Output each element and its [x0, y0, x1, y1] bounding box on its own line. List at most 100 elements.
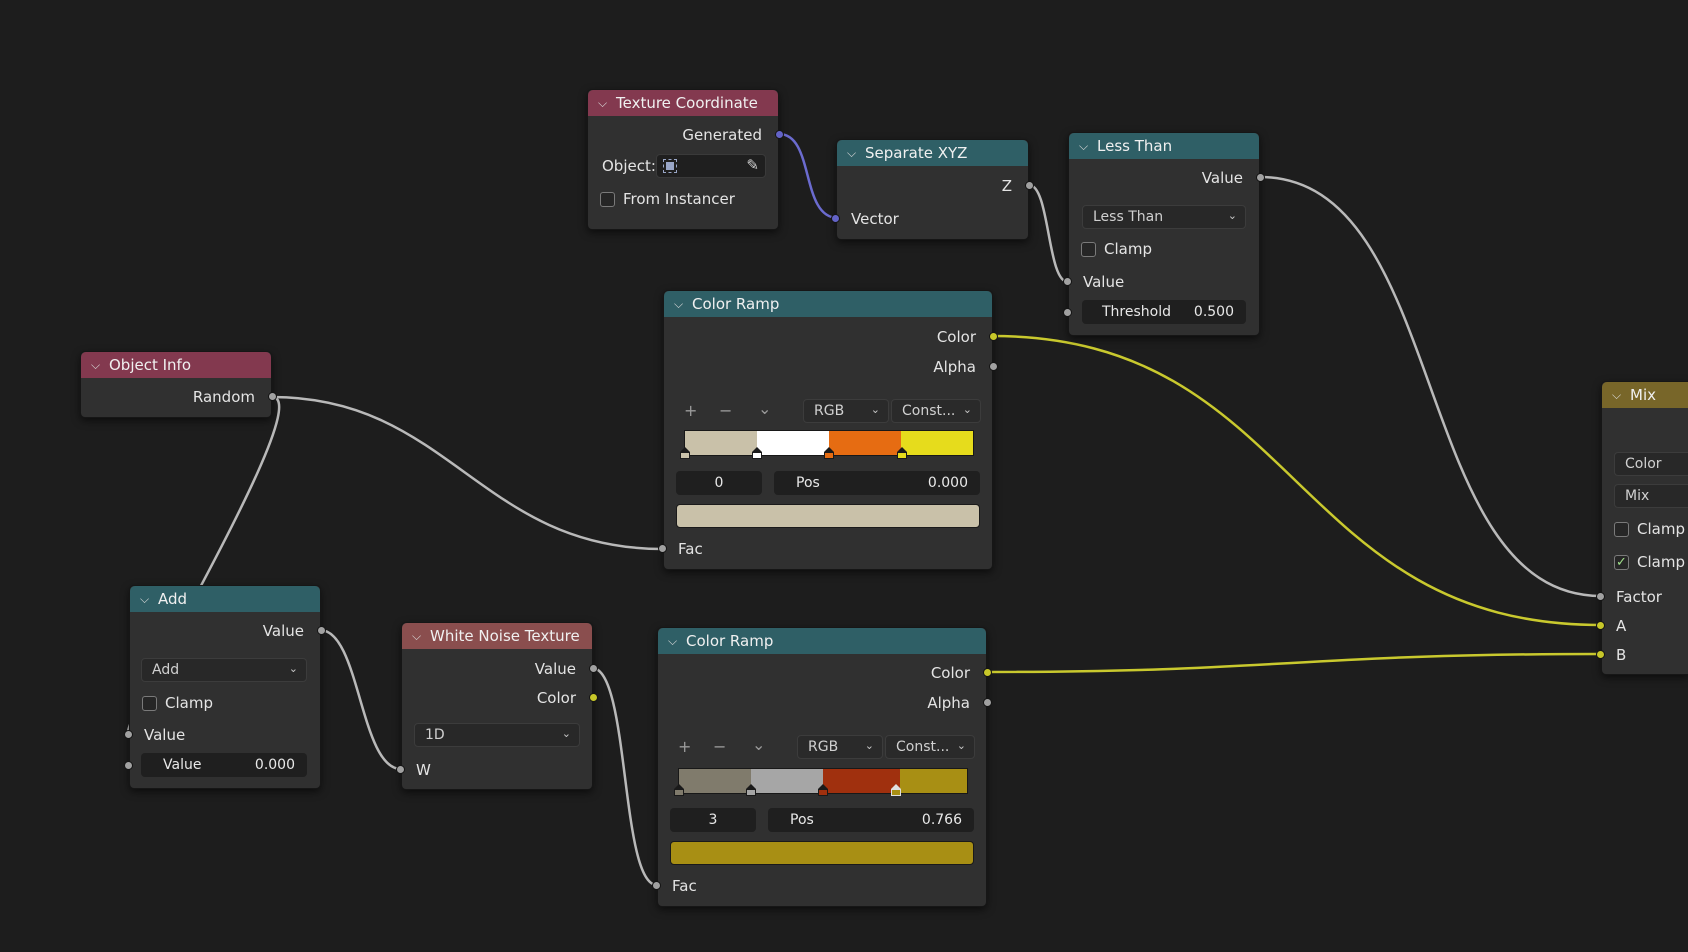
node-white-noise-texture[interactable]: ⌵ White Noise Texture Value Color 1D ⌄ W	[396, 622, 598, 790]
data-type-dropdown[interactable]: Color	[1614, 452, 1688, 476]
node-header[interactable]: ⌵ Add	[130, 586, 320, 612]
socket-color-out[interactable]	[589, 693, 598, 702]
socket-value-out[interactable]	[589, 664, 598, 673]
clamp-checkbox[interactable]: Clamp	[1081, 237, 1152, 261]
socket-value-in[interactable]	[1063, 277, 1072, 286]
socket-value-2[interactable]	[124, 761, 133, 770]
chevron-down-icon[interactable]: ⌵	[847, 146, 857, 161]
stop-color-swatch[interactable]	[676, 504, 980, 528]
socket-fac[interactable]	[658, 544, 667, 553]
field-value: 0.000	[254, 757, 295, 773]
ramp-stop-handle[interactable]	[818, 784, 828, 796]
node-header[interactable]: ⌵ Object Info	[81, 352, 271, 378]
node-color-ramp-1[interactable]: ⌵ Color Ramp Color Alpha + − ⌄ RGB ⌄ Con…	[658, 290, 998, 570]
chevron-down-icon[interactable]: ⌵	[91, 358, 101, 373]
chevron-down-icon[interactable]: ⌵	[140, 592, 150, 607]
chevron-down-icon[interactable]: ⌵	[1612, 388, 1622, 403]
socket-random[interactable]	[268, 392, 277, 401]
ramp-stop-handle[interactable]	[746, 784, 756, 796]
checkbox-label: From Instancer	[623, 190, 735, 208]
checkbox-box[interactable]	[1081, 241, 1096, 257]
socket-alpha[interactable]	[989, 362, 998, 371]
checkbox-box[interactable]	[1614, 521, 1629, 537]
node-color-ramp-2[interactable]: ⌵ Color Ramp Color Alpha + − ⌄ RGB ⌄ Con…	[652, 627, 992, 907]
ramp-stop-handle[interactable]	[680, 447, 690, 459]
clamp-checkbox[interactable]: Clamp	[142, 691, 213, 715]
chevron-down-icon[interactable]: ⌵	[598, 96, 608, 111]
ramp-stop-handle[interactable]	[897, 447, 907, 459]
active-stop-index[interactable]: 3	[670, 808, 756, 832]
checkbox-box[interactable]	[142, 695, 157, 711]
add-stop-button[interactable]: +	[684, 401, 697, 420]
color-mode-dropdown[interactable]: RGB ⌄	[797, 735, 883, 759]
node-header[interactable]: ⌵ Color Ramp	[664, 291, 992, 317]
node-header[interactable]: ⌵ Color Ramp	[658, 628, 986, 654]
ramp-stop-handle[interactable]	[752, 447, 762, 459]
chevron-down-icon[interactable]: ⌵	[412, 629, 422, 644]
stop-color-swatch[interactable]	[670, 841, 974, 865]
socket-value-in[interactable]	[124, 730, 133, 739]
interpolation-dropdown[interactable]: Const... ⌄	[885, 735, 975, 759]
dimensions-dropdown[interactable]: 1D ⌄	[414, 723, 580, 747]
node-object-info[interactable]: ⌵ Object Info Random	[80, 351, 277, 418]
ramp-segment	[829, 431, 901, 455]
checkbox-box[interactable]	[600, 191, 615, 207]
socket-a[interactable]	[1596, 621, 1605, 630]
stop-position-field[interactable]: Pos 0.766	[768, 808, 974, 832]
interpolation-dropdown[interactable]: Const... ⌄	[891, 399, 981, 423]
chevron-down-icon[interactable]: ⌵	[1079, 139, 1089, 154]
node-mix[interactable]: ⌵ Mix Color Mix Clamp R ✓ Clamp F Factor…	[1596, 381, 1688, 675]
from-instancer-checkbox[interactable]: From Instancer	[600, 187, 735, 211]
operation-dropdown[interactable]: Add ⌄	[141, 658, 307, 682]
node-header[interactable]: ⌵ Texture Coordinate	[588, 90, 778, 116]
node-editor[interactable]: ⌵ Texture Coordinate Generated Object: ✎…	[0, 0, 1688, 952]
socket-vector[interactable]	[831, 214, 840, 223]
eyedropper-icon[interactable]: ✎	[746, 156, 759, 174]
socket-threshold[interactable]	[1063, 308, 1072, 317]
dropdown-value: 1D	[425, 727, 445, 743]
add-stop-button[interactable]: +	[678, 737, 691, 756]
node-less-than[interactable]: ⌵ Less Than Value Less Than ⌄ Clamp Valu…	[1063, 132, 1265, 336]
chevron-down-icon[interactable]: ⌵	[674, 297, 684, 312]
socket-value-out[interactable]	[317, 626, 326, 635]
ramp-stop-handle[interactable]	[891, 784, 901, 796]
remove-stop-button[interactable]: −	[719, 401, 732, 420]
ramp-segment	[901, 431, 973, 455]
socket-color[interactable]	[983, 668, 992, 677]
operation-dropdown[interactable]: Less Than ⌄	[1082, 205, 1246, 229]
ramp-stop-handle[interactable]	[674, 784, 684, 796]
ramp-menu-button[interactable]: ⌄	[752, 735, 765, 754]
blend-mode-dropdown[interactable]: Mix	[1614, 484, 1688, 508]
socket-generated[interactable]	[775, 130, 784, 139]
socket-z[interactable]	[1025, 181, 1034, 190]
socket-fac[interactable]	[652, 881, 661, 890]
node-header[interactable]: ⌵ Separate XYZ	[837, 140, 1028, 166]
socket-factor[interactable]	[1596, 592, 1605, 601]
check-icon[interactable]: ✓	[1614, 554, 1629, 570]
socket-value-out[interactable]	[1256, 173, 1265, 182]
clamp-result-checkbox[interactable]: Clamp R	[1614, 517, 1688, 541]
remove-stop-button[interactable]: −	[713, 737, 726, 756]
node-add[interactable]: ⌵ Add Value Add ⌄ Clamp Value Value 0.00…	[124, 585, 326, 789]
active-stop-index[interactable]: 0	[676, 471, 762, 495]
value-field[interactable]: Value 0.000	[141, 753, 307, 777]
ramp-segment	[899, 769, 967, 793]
ramp-menu-button[interactable]: ⌄	[758, 399, 771, 418]
node-header[interactable]: ⌵ Less Than	[1069, 133, 1259, 159]
socket-alpha[interactable]	[983, 698, 992, 707]
socket-color[interactable]	[989, 332, 998, 341]
socket-b[interactable]	[1596, 650, 1605, 659]
clamp-factor-checkbox[interactable]: ✓ Clamp F	[1614, 550, 1688, 574]
chevron-down-icon: ⌄	[962, 403, 972, 416]
node-header[interactable]: ⌵ Mix	[1602, 382, 1688, 408]
stop-position-field[interactable]: Pos 0.000	[774, 471, 980, 495]
node-separate-xyz[interactable]: ⌵ Separate XYZ Z Vector	[831, 139, 1034, 240]
ramp-stop-handle[interactable]	[824, 447, 834, 459]
color-mode-dropdown[interactable]: RGB ⌄	[803, 399, 889, 423]
threshold-field[interactable]: Threshold 0.500	[1082, 300, 1246, 324]
chevron-down-icon[interactable]: ⌵	[668, 634, 678, 649]
node-texture-coordinate[interactable]: ⌵ Texture Coordinate Generated Object: ✎…	[587, 89, 784, 230]
socket-w[interactable]	[396, 765, 405, 774]
object-field[interactable]: ✎	[656, 154, 766, 178]
node-header[interactable]: ⌵ White Noise Texture	[402, 623, 592, 649]
